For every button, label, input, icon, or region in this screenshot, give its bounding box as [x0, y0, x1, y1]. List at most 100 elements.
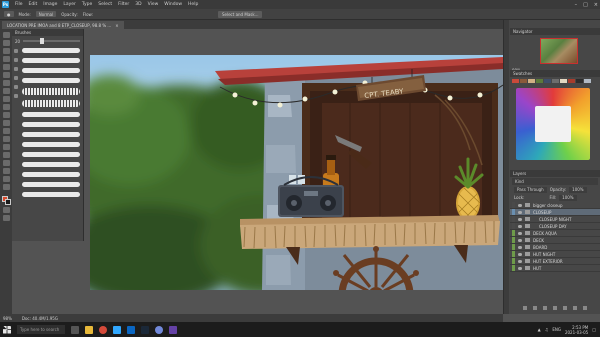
menu-type[interactable]: Type — [82, 2, 92, 7]
volume-icon[interactable]: ♫ — [545, 327, 549, 332]
brush-folder-icon[interactable] — [14, 94, 18, 98]
document-tab-close-icon[interactable]: × — [115, 23, 118, 28]
chrome-icon[interactable] — [99, 325, 107, 334]
brush-preset[interactable] — [22, 142, 80, 147]
pen-tool-icon[interactable] — [2, 144, 10, 150]
swatch[interactable] — [544, 79, 551, 83]
navigator-thumbnail[interactable] — [540, 38, 578, 64]
brush-preset[interactable] — [22, 172, 80, 177]
link-layers-icon[interactable] — [523, 306, 527, 310]
photoshop-taskbar-icon[interactable] — [113, 325, 121, 334]
clock[interactable]: 2:53 PM 2021-03-05 — [565, 325, 588, 335]
menu-select[interactable]: Select — [98, 2, 112, 7]
language-indicator[interactable]: ENG — [552, 327, 561, 332]
crop-tool-icon[interactable] — [2, 64, 10, 70]
menu-help[interactable]: Help — [188, 2, 198, 7]
menu-edit[interactable]: Edit — [29, 2, 38, 7]
quick-mask-icon[interactable] — [2, 207, 10, 213]
document-canvas[interactable]: CPT. TEABY — [90, 55, 503, 290]
brush-preset[interactable] — [22, 112, 80, 117]
brush-preset[interactable] — [22, 88, 80, 95]
steam-icon[interactable] — [141, 325, 149, 334]
path-select-tool-icon[interactable] — [2, 160, 10, 166]
menu-window[interactable]: Window — [164, 2, 182, 7]
brush-preset[interactable] — [22, 122, 80, 127]
swatch[interactable] — [560, 79, 567, 83]
layer-row[interactable]: DECK — [510, 237, 600, 244]
fx-icon[interactable] — [533, 306, 537, 310]
visibility-eye-icon[interactable] — [518, 238, 522, 242]
brush-preset[interactable] — [22, 132, 80, 137]
add-mask-icon[interactable] — [543, 306, 547, 310]
healing-tool-icon[interactable] — [2, 80, 10, 86]
visibility-eye-icon[interactable] — [518, 210, 522, 214]
brush-preset[interactable] — [22, 78, 80, 83]
eyedropper-tool-icon[interactable] — [2, 72, 10, 78]
layer-row[interactable]: HUT — [510, 265, 600, 272]
task-view-icon[interactable] — [71, 325, 79, 334]
brush-folder-icon[interactable] — [14, 58, 18, 62]
swatch[interactable] — [528, 79, 535, 83]
visibility-eye-icon[interactable] — [518, 266, 522, 270]
new-layer-icon[interactable] — [573, 306, 577, 310]
brush-tool-icon[interactable] — [2, 88, 10, 94]
notifications-icon[interactable]: □ — [592, 327, 596, 332]
brush-size-track[interactable] — [23, 38, 80, 44]
quick-select-tool-icon[interactable] — [2, 56, 10, 62]
brush-folder-icon[interactable] — [14, 76, 18, 80]
swatch[interactable] — [512, 79, 519, 83]
swatch[interactable] — [576, 79, 583, 83]
hand-tool-icon[interactable] — [2, 176, 10, 182]
layer-opacity-value[interactable]: 100% — [569, 186, 587, 193]
swatch[interactable] — [536, 79, 543, 83]
layer-row[interactable]: DECK AQUA — [510, 230, 600, 237]
layer-row[interactable]: bigger closeup — [510, 202, 600, 209]
visibility-eye-icon[interactable] — [518, 259, 522, 263]
visibility-eye-icon[interactable] — [518, 245, 522, 249]
brush-preset[interactable] — [22, 100, 80, 107]
clone-stamp-tool-icon[interactable] — [2, 96, 10, 102]
brush-preset[interactable] — [22, 162, 80, 167]
adjustment-icon[interactable] — [553, 306, 557, 310]
brush-preset[interactable] — [22, 152, 80, 157]
brush-folder-icon[interactable] — [14, 67, 18, 71]
blur-tool-icon[interactable] — [2, 128, 10, 134]
color-picker-center[interactable] — [535, 106, 571, 142]
menu-layer[interactable]: Layer — [63, 2, 76, 7]
menu-filter[interactable]: Filter — [118, 2, 129, 7]
close-button[interactable]: × — [594, 2, 598, 8]
brush-preset[interactable] — [22, 48, 80, 53]
tool-preset-picker[interactable]: ● — [4, 11, 14, 17]
blend-mode-select[interactable]: Pass Through — [514, 186, 547, 193]
status-zoom[interactable]: 98% — [3, 316, 12, 321]
layer-filter-kind[interactable]: Kind — [512, 178, 598, 185]
menu-3d[interactable]: 3D — [135, 2, 141, 7]
visibility-eye-icon[interactable] — [518, 217, 522, 221]
swatch[interactable] — [552, 79, 559, 83]
select-and-mask-button[interactable]: Select and Mask... — [217, 10, 263, 18]
layer-row[interactable]: CLOSEUP DAY — [510, 223, 600, 230]
move-tool-icon[interactable] — [2, 32, 10, 38]
brush-preset[interactable] — [22, 68, 80, 73]
swatch[interactable] — [568, 79, 575, 83]
menu-view[interactable]: View — [148, 2, 159, 7]
gradient-tool-icon[interactable] — [2, 120, 10, 126]
color-swatches[interactable] — [1, 196, 11, 205]
visibility-eye-icon[interactable] — [518, 203, 522, 207]
brush-size-knob[interactable] — [40, 38, 45, 44]
app-icon[interactable] — [169, 325, 177, 334]
layer-row[interactable]: HUT EXTERIOR — [510, 258, 600, 265]
new-group-icon[interactable] — [563, 306, 567, 310]
document-tab[interactable]: LOCATION PRE IMOA and 8 ETP_CLOSEUP, 98.… — [2, 21, 124, 29]
eraser-tool-icon[interactable] — [2, 112, 10, 118]
screen-mode-icon[interactable] — [2, 215, 10, 221]
brush-folder-icon[interactable] — [14, 85, 18, 89]
layer-row[interactable]: CLOSEUP — [510, 209, 600, 216]
discord-icon[interactable] — [155, 325, 163, 334]
swatch[interactable] — [584, 79, 591, 83]
zoom-tool-icon[interactable] — [2, 184, 10, 190]
brush-preset[interactable] — [22, 58, 80, 63]
visibility-eye-icon[interactable] — [518, 231, 522, 235]
network-icon[interactable]: ▲ — [538, 327, 541, 332]
background-color[interactable] — [4, 199, 11, 205]
